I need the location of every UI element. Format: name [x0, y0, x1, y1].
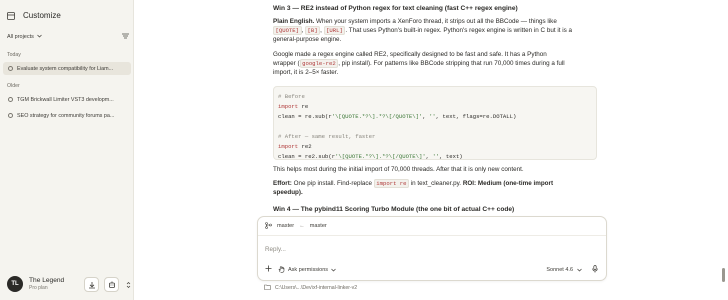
- text-span: Google made a regex engine called RE2, s…: [273, 51, 547, 58]
- ask-permissions-button[interactable]: Ask permissions: [278, 266, 336, 273]
- project-filter-label[interactable]: All projects: [7, 34, 34, 40]
- user-plan: Pro plan: [29, 285, 48, 291]
- code-line: clean = re.sub(r'\[QUOTE.*?\].*?\[/QUOTE…: [278, 112, 592, 122]
- filter-lines-icon[interactable]: [122, 33, 129, 41]
- plus-icon: [265, 265, 272, 272]
- text-span: When your system imports a XenForo threa…: [314, 18, 557, 25]
- conversation-status-icon: [8, 97, 13, 102]
- code-token: , text, flags=re.DOTALL): [435, 113, 517, 120]
- code-line: import re: [278, 102, 592, 112]
- section-label-today: Today: [7, 52, 21, 58]
- conversation-item[interactable]: SEO strategy for community forums pa...: [3, 109, 131, 122]
- conversation-item[interactable]: TGM Brickwall Limiter VST3 developm...: [3, 93, 131, 106]
- code-line: # After — same result, faster: [278, 132, 592, 142]
- text-span: in text_cleaner.py.: [409, 180, 463, 187]
- reply-input[interactable]: Reply...: [265, 246, 286, 253]
- code-token: re2: [298, 143, 312, 150]
- chevron-down-icon[interactable]: [37, 34, 42, 40]
- user-name: The Legend: [29, 277, 65, 284]
- working-directory[interactable]: C:\Users\...\Dev\xf-internal-linker-v2: [264, 284, 357, 292]
- text-span: , pip install). For patterns like BBCode…: [338, 60, 565, 67]
- conversation-title: SEO strategy for community forums pa...: [17, 112, 115, 119]
- roi-label-cont: speedup).: [273, 189, 303, 196]
- code-line: import re2: [278, 142, 592, 152]
- conversation-status-icon: [8, 66, 13, 71]
- text-span: . That uses Python's built-in regex. Pyt…: [345, 27, 573, 34]
- helps-paragraph: This helps most during the initial impor…: [273, 166, 524, 173]
- chevron-down-icon: [331, 268, 336, 271]
- win4-heading: Win 4 — The pybind11 Scoring Turbo Modul…: [273, 206, 515, 213]
- text-span: import, it is 2–5× faster.: [273, 69, 339, 76]
- ask-permissions-label: Ask permissions: [288, 266, 329, 273]
- section-label-older: Older: [7, 83, 20, 89]
- roi-label: ROI: Medium (one-time import: [462, 180, 554, 187]
- conversation-title: Evaluate system compatibility for Liam..…: [17, 65, 114, 72]
- model-selector[interactable]: Sonnet 4.6: [546, 265, 598, 275]
- sidebar-header: Customize: [7, 11, 61, 20]
- code-token: clean = re2.sub(r: [278, 153, 336, 160]
- working-directory-path: C:\Users\...\Dev\xf-internal-linker-v2: [275, 285, 358, 291]
- text-span: wrapper (: [273, 60, 300, 67]
- code-token: import: [278, 103, 299, 110]
- code-token: clean = re.sub(r: [278, 113, 332, 120]
- code-token: re: [298, 103, 309, 110]
- user-profile[interactable]: TL The Legend Pro plan: [7, 276, 64, 292]
- customize-label[interactable]: Customize: [23, 11, 61, 20]
- code-token: '': [429, 113, 436, 120]
- sidebar-actions: [84, 277, 132, 292]
- code-line: clean = re2.sub(r'\[QUOTE.*?\].*?\[/QUOT…: [278, 152, 592, 162]
- branch-from[interactable]: master: [277, 223, 294, 229]
- win3-heading: Win 3 — RE2 instead of Python regex for …: [273, 5, 518, 12]
- inline-code: [URL]: [323, 26, 346, 35]
- reply-composer: master ← master Reply... Ask permissions…: [257, 216, 607, 281]
- inline-code: [B]: [305, 26, 321, 35]
- plain-english-label: Plain English.: [273, 18, 315, 25]
- download-button[interactable]: [84, 277, 99, 292]
- effort-label: Effort:: [273, 180, 292, 187]
- code-token: '\[QUOTE.*?\].*?\[/QUOTE\]': [331, 113, 423, 120]
- text-span: One pip install. Find-replace: [291, 180, 374, 187]
- app-button[interactable]: [104, 277, 119, 292]
- plain-english-paragraph: Plain English. When your system imports …: [273, 17, 603, 44]
- conversation-status-icon: [8, 113, 13, 118]
- inline-code: google-re2: [299, 59, 339, 68]
- project-filter[interactable]: All projects: [7, 33, 129, 41]
- download-icon: [88, 281, 95, 288]
- arrow-left-icon: ←: [299, 223, 305, 229]
- customize-icon[interactable]: [7, 11, 15, 20]
- expand-chevron-icon[interactable]: [124, 281, 132, 289]
- code-block[interactable]: # Before import re clean = re.sub(r'\[QUOT…: [273, 86, 597, 160]
- conversation-title: TGM Brickwall Limiter VST3 developm...: [17, 96, 114, 103]
- conversation-item[interactable]: Evaluate system compatibility for Liam..…: [3, 62, 131, 75]
- inline-code: [QUOTE]: [273, 26, 302, 35]
- code-token: # Before: [278, 93, 305, 100]
- hand-icon: [278, 266, 285, 273]
- branch-icon: [265, 221, 272, 231]
- code-token: , text): [439, 153, 463, 160]
- effort-paragraph: Effort: One pip install. Find-replace im…: [273, 179, 603, 197]
- avatar[interactable]: TL: [7, 276, 23, 292]
- folder-icon: [264, 284, 271, 292]
- re2-paragraph: Google made a regex engine called RE2, s…: [273, 50, 603, 77]
- scrollbar-thumb[interactable]: [722, 268, 725, 282]
- add-attachment-button[interactable]: [265, 265, 272, 274]
- robot-icon: [108, 281, 115, 288]
- composer-tools: Ask permissions: [265, 265, 336, 274]
- inline-code: import re: [373, 179, 410, 188]
- code-line: # Before: [278, 92, 592, 102]
- code-token: # After — same result, faster: [278, 133, 376, 140]
- model-label: Sonnet 4.6: [546, 267, 573, 273]
- microphone-icon[interactable]: [592, 265, 598, 275]
- code-token: '\[QUOTE.*?\].*?\[/QUOTE\]': [335, 153, 426, 160]
- sidebar: Customize All projects Today Evaluate sy…: [0, 0, 134, 300]
- code-token: import: [278, 143, 299, 150]
- text-span: general-purpose engine.: [273, 36, 342, 43]
- branch-selector[interactable]: master ← master: [258, 217, 606, 236]
- chevron-down-icon: [577, 268, 582, 272]
- branch-to[interactable]: master: [310, 223, 327, 229]
